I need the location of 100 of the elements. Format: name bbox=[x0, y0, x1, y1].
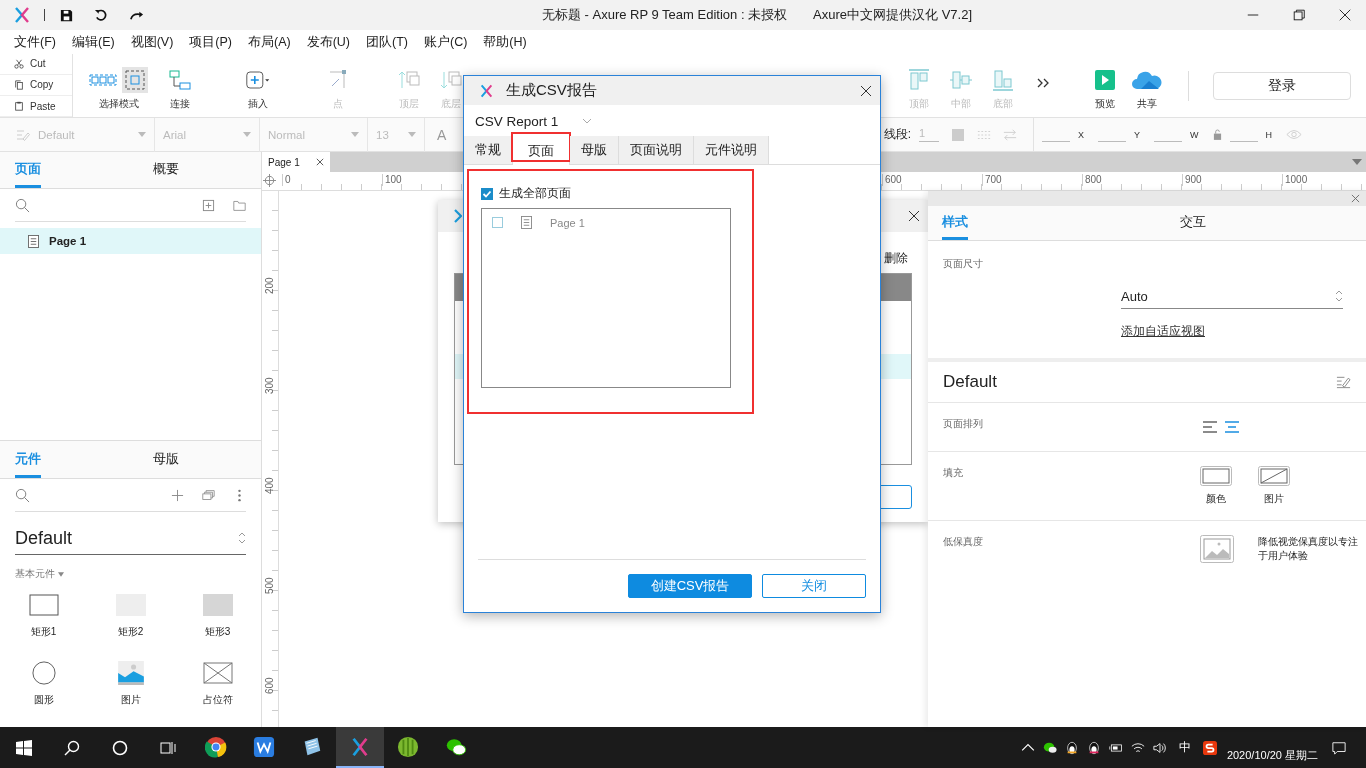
page-name: Page 1 bbox=[550, 216, 585, 229]
close-button[interactable]: 关闭 bbox=[762, 574, 866, 598]
notification-icon[interactable] bbox=[1332, 740, 1346, 755]
circle-icon[interactable] bbox=[112, 739, 128, 756]
dialog-tab[interactable]: 母版 bbox=[570, 136, 619, 164]
speaker-icon[interactable] bbox=[1152, 740, 1167, 755]
image-fill-icon bbox=[1258, 466, 1290, 486]
fill-label: 图片 bbox=[1264, 492, 1284, 506]
toolbar-button[interactable]: 连接 bbox=[163, 66, 197, 111]
input-app-icon[interactable] bbox=[1202, 740, 1217, 755]
close-icon[interactable] bbox=[1338, 8, 1352, 22]
search-icon[interactable] bbox=[64, 739, 80, 756]
menu-item[interactable]: 帮助(H) bbox=[483, 33, 527, 51]
widget-item[interactable]: 矩形3 bbox=[174, 593, 261, 639]
menu-item[interactable]: 视图(V) bbox=[130, 33, 174, 51]
page-tab[interactable]: Page 1 bbox=[262, 152, 330, 172]
input-method-indicator[interactable]: 中 bbox=[1178, 739, 1191, 756]
task-view-icon[interactable] bbox=[160, 739, 176, 756]
report-dropdown[interactable]: CSV Report 1 bbox=[475, 110, 593, 132]
panel-tab[interactable]: 母版 bbox=[153, 451, 179, 478]
menu-item[interactable]: 编辑(E) bbox=[71, 33, 115, 51]
widget-label: 矩形3 bbox=[204, 625, 231, 639]
library-dropdown[interactable]: Default bbox=[15, 522, 246, 555]
clipboard-icon bbox=[14, 101, 24, 112]
panel-tab[interactable]: 交互 bbox=[1180, 214, 1206, 240]
windows-start-icon[interactable] bbox=[16, 739, 32, 756]
toolbar-button[interactable]: 插入 bbox=[241, 66, 275, 111]
ruler-label: 800 bbox=[1082, 174, 1102, 186]
widget-group-header[interactable]: 基本元件 bbox=[15, 567, 55, 581]
menu-item[interactable]: 布局(A) bbox=[248, 33, 291, 51]
plus-icon[interactable] bbox=[171, 488, 184, 502]
menu-item[interactable]: 文件(F) bbox=[14, 33, 56, 51]
stack-icon[interactable] bbox=[202, 488, 215, 502]
widget-label: 圆形 bbox=[33, 693, 54, 707]
page-row[interactable]: Page 1 bbox=[482, 209, 730, 229]
menu-item[interactable]: 项目(P) bbox=[189, 33, 232, 51]
caret-icon[interactable] bbox=[58, 571, 64, 577]
checkbox-box[interactable] bbox=[481, 187, 493, 200]
dialog-tab[interactable]: 页面说明 bbox=[619, 136, 694, 164]
penguin-icon[interactable] bbox=[1064, 740, 1079, 755]
widget-item[interactable]: 占位符 bbox=[174, 661, 261, 707]
delete-button[interactable]: 删除 bbox=[884, 250, 908, 272]
page-size-dropdown[interactable]: Auto bbox=[1121, 284, 1343, 309]
crosshair-icon[interactable] bbox=[263, 174, 276, 187]
dialog-tab[interactable]: 常规 bbox=[464, 136, 513, 164]
style-name: Default bbox=[943, 372, 997, 392]
menu-item[interactable]: 团队(T) bbox=[366, 33, 408, 51]
clipboard-button[interactable]: Paste bbox=[0, 96, 72, 118]
checkbox[interactable]: 生成全部页面 bbox=[481, 185, 571, 202]
fill-option[interactable]: 颜色 bbox=[1200, 466, 1232, 506]
section-label: 页面尺寸 bbox=[943, 257, 984, 271]
toolbar-button[interactable]: 共享 bbox=[1130, 66, 1164, 111]
align-center-icon[interactable] bbox=[1225, 421, 1239, 433]
ruler-label: 900 bbox=[1182, 174, 1202, 186]
taskbar-date[interactable]: 2020/10/20 星期二 bbox=[1226, 748, 1318, 763]
save-icon[interactable] bbox=[59, 7, 74, 23]
widget-item[interactable]: 矩形1 bbox=[0, 593, 87, 639]
widget-item[interactable]: 图片 bbox=[87, 661, 174, 707]
add-page-icon[interactable] bbox=[202, 198, 215, 212]
penguin-icon[interactable] bbox=[1086, 740, 1101, 755]
checkmark-icon bbox=[482, 188, 492, 199]
copy-icon bbox=[14, 80, 24, 90]
adaptive-view-link[interactable]: 添加自适应视图 bbox=[1121, 323, 1205, 340]
chat-tray-icon[interactable] bbox=[1042, 740, 1057, 755]
undo-icon[interactable] bbox=[94, 7, 109, 23]
dropdown-caret-icon[interactable] bbox=[1352, 159, 1362, 165]
ruler-label: 700 bbox=[982, 174, 1002, 186]
restore-icon[interactable] bbox=[1292, 8, 1306, 22]
dialog-tab[interactable]: 元件说明 bbox=[694, 136, 769, 164]
edit-icon[interactable] bbox=[1336, 375, 1351, 389]
close-icon[interactable] bbox=[860, 84, 872, 97]
ruler-label: 600 bbox=[882, 174, 902, 186]
fill-option[interactable]: 图片 bbox=[1258, 466, 1290, 506]
login-button[interactable]: 登录 bbox=[1213, 71, 1351, 100]
create-button[interactable]: 创建CSV报告 bbox=[628, 574, 752, 598]
caret-icon bbox=[351, 132, 359, 137]
close-icon[interactable] bbox=[908, 210, 920, 222]
updown-icon bbox=[1335, 289, 1343, 303]
caret-icon bbox=[243, 132, 251, 137]
more-icon[interactable] bbox=[1036, 76, 1050, 89]
coordinate-label: X bbox=[1077, 129, 1084, 140]
lock-icon[interactable] bbox=[1212, 129, 1222, 140]
menu-item[interactable]: 账户(C) bbox=[424, 33, 468, 51]
dialog-title: 生成CSV报告 bbox=[506, 81, 597, 100]
panel-tab[interactable]: 概要 bbox=[153, 161, 179, 188]
clipboard-button[interactable]: Copy bbox=[0, 74, 72, 97]
fidelity-hint: 降低视觉保真度以专注于用户体验 bbox=[1258, 535, 1359, 563]
align-top-icon bbox=[907, 67, 931, 92]
page-checkbox[interactable] bbox=[492, 217, 503, 228]
widget-item[interactable]: 圆形 bbox=[0, 661, 87, 707]
select-mode-button[interactable]: 选择模式 bbox=[84, 66, 154, 111]
close-icon[interactable] bbox=[316, 158, 324, 166]
wifi-icon[interactable] bbox=[1130, 740, 1145, 755]
widget-label: 图片 bbox=[120, 693, 141, 707]
toolbar-button[interactable]: 预览 bbox=[1088, 66, 1122, 111]
align-left-icon[interactable] bbox=[1203, 421, 1217, 433]
widget-item[interactable]: 矩形2 bbox=[87, 593, 174, 639]
page-item[interactable]: Page 1 bbox=[0, 228, 261, 254]
clipboard-button[interactable]: Cut bbox=[0, 53, 72, 75]
menu-item[interactable]: 发布(U) bbox=[306, 33, 350, 51]
